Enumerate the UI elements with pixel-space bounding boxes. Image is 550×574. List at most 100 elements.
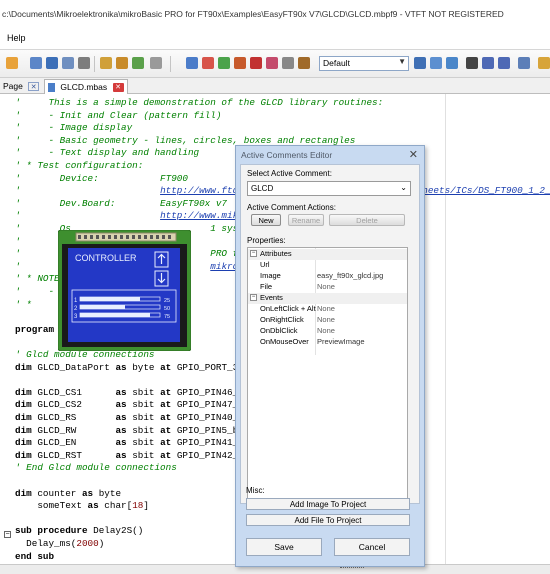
close-icon[interactable]: ✕ [409,148,418,161]
code-line[interactable]: ' Dev.Board: EasyFT90x v7 [15,198,227,210]
stop-icon[interactable] [250,57,262,69]
code-token: end sub [15,550,55,562]
tab-page[interactable]: Page ✕ [0,79,42,94]
bold-icon[interactable] [466,57,478,69]
property-row-ondblclick[interactable]: OnDblClick None [248,326,407,337]
add-image-to-project-button[interactable]: Add Image To Project [246,498,410,510]
help-icon[interactable] [538,57,550,69]
code-line[interactable]: dim GLCD_EN as sbit at GPIO_PIN41_bi [15,437,249,449]
code-token: byte [126,361,161,373]
resize-grip[interactable] [340,567,364,569]
build-all-icon[interactable] [116,57,128,69]
code-token: ' [15,185,161,197]
program-icon[interactable] [186,57,198,69]
code-token: char[ [98,500,133,512]
close-icon[interactable]: ✕ [112,83,124,93]
pen-icon[interactable] [234,57,246,69]
new-project-icon[interactable] [6,57,18,69]
code-line[interactable]: ' End Glcd module connections [15,462,177,474]
cancel-button[interactable]: Cancel [334,538,410,556]
delete-comment-button[interactable]: Delete [329,214,405,226]
code-line[interactable]: ' - Init and Clear (pattern fill) [15,110,221,122]
code-token: GLCD_CS2 [31,399,116,411]
code-line[interactable]: ' * Test configuration: [15,160,143,172]
options-icon[interactable] [150,57,162,69]
code-line[interactable]: ' Device: FT900 [15,173,188,185]
code-line[interactable]: ' - [15,286,54,298]
code-line[interactable]: sub procedure Delay2S() [15,525,143,537]
code-line[interactable]: ' * [15,299,32,311]
property-row-onleftclick[interactable]: OnLeftClick + Alt None [248,304,407,315]
code-token: ' Dev.Board: EasyFT90x v7 [15,197,228,209]
property-row-onrightclick[interactable]: OnRightClick None [248,315,407,326]
save-icon[interactable] [46,57,58,69]
code-line[interactable]: ' * NOTE [15,273,60,285]
italic-icon[interactable] [482,57,494,69]
code-line[interactable]: end sub [15,551,54,563]
underline-icon[interactable] [498,57,510,69]
print-icon[interactable] [78,57,90,69]
code-token: as [87,500,99,512]
code-token: ' [15,210,161,222]
compile-icon[interactable] [132,57,144,69]
property-group-events[interactable]: − Events [248,293,407,304]
view-icon[interactable] [430,57,442,69]
code-token: sbit [126,437,161,449]
tab-glcd-mbas[interactable]: GLCD.mbas ✕ [44,79,128,94]
editor-tabs: Page ✕ GLCD.mbas ✕ [0,78,550,94]
code-line[interactable]: program [15,324,54,336]
rename-comment-button[interactable]: Rename [288,214,324,226]
property-group-attributes[interactable]: − Attributes [248,249,407,260]
save-button[interactable]: Save [246,538,322,556]
close-icon[interactable]: ✕ [28,82,40,92]
fold-marker-icon[interactable]: − [4,531,11,538]
collapse-icon[interactable]: − [250,294,257,301]
code-token: 2000 [76,538,99,549]
code-token: GLCD_RS [31,412,116,423]
code-line[interactable]: dim GLCD_RS as sbit at GPIO_PIN40_bi [15,412,249,424]
debug-icon[interactable] [202,57,214,69]
menu-item-help[interactable]: Help [7,33,26,43]
property-row-url[interactable]: Url [248,260,407,271]
image-icon[interactable] [518,57,530,69]
collapse-icon[interactable]: − [250,250,257,257]
add-file-to-project-button[interactable]: Add File To Project [246,514,410,526]
code-token: ' * NOTE [15,273,60,285]
window-icon[interactable] [446,57,458,69]
code-line[interactable]: ' This is a simple demonstration of the … [15,97,383,109]
toggle-breakpoint-icon[interactable] [266,57,278,69]
code-line[interactable]: dim GLCD_CS2 as sbit at GPIO_PIN47_bi [15,399,249,411]
save-all-icon[interactable] [62,57,74,69]
layout-icon[interactable] [414,57,426,69]
code-line[interactable]: dim GLCD_RST as sbit at GPIO_PIN42_bi [15,450,249,462]
toolbar: Default ▼ [0,50,550,78]
property-row-onmouseover[interactable]: OnMouseOver PreviewImage [248,337,407,348]
code-line[interactable]: dim GLCD_DataPort as byte at GPIO_PORT_3… [15,362,249,374]
code-token: sbit [126,399,161,411]
code-line[interactable]: someText as char[18] [15,500,149,512]
property-row-file[interactable]: File None [248,282,407,293]
code-line[interactable]: Delay_ms(2000) [15,538,104,550]
code-line[interactable]: ' - Text display and handling [15,147,199,159]
glcd-bar-value: 75 [164,314,170,320]
right-margin-line [445,94,446,564]
property-value: None [317,304,335,313]
code-token: Delay_ms( [15,538,77,549]
code-line[interactable]: dim counter as byte [15,488,121,500]
properties-grid[interactable]: − Attributes Url Image easy_ft90x_glcd.j… [247,247,408,499]
open-icon[interactable] [30,57,42,69]
code-line[interactable]: ' - Image display [15,122,132,134]
code-line[interactable]: dim GLCD_CS1 as sbit at GPIO_PIN46_bi [15,387,249,399]
code-token: ) [98,538,105,549]
step-icon[interactable] [218,57,230,69]
property-row-image[interactable]: Image easy_ft90x_glcd.jpg [248,271,407,282]
build-icon[interactable] [100,57,112,69]
profile-select[interactable]: Default ▼ [319,56,409,71]
calculator-icon[interactable] [282,57,294,69]
active-comment-select[interactable]: GLCD ⌄ [247,181,411,196]
code-token: 18 [132,500,144,512]
code-line[interactable]: dim GLCD_RW as sbit at GPIO_PIN5_bit [15,425,249,437]
code-token: ' * Test configuration: [15,160,144,171]
new-comment-button[interactable]: New [251,214,281,226]
tools-icon[interactable] [298,57,310,69]
